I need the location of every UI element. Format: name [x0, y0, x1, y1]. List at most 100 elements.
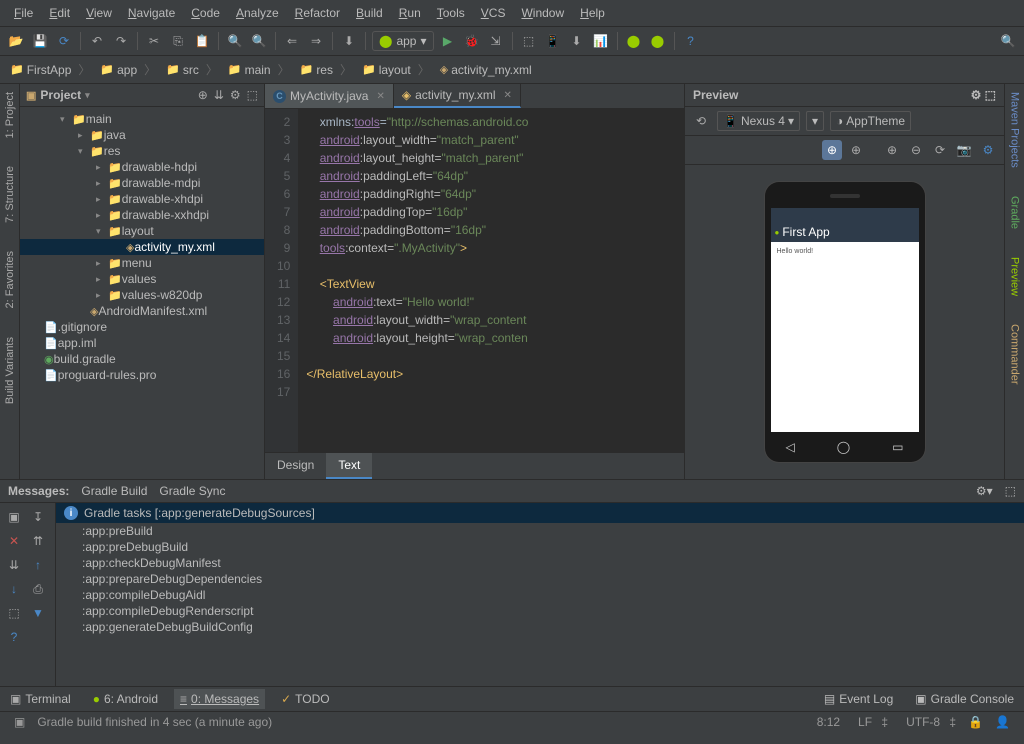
messages-content[interactable]: i Gradle tasks [:app:generateDebugSource…: [56, 503, 1024, 686]
rail----structure[interactable]: 7: Structure: [2, 162, 18, 227]
line-ending[interactable]: LF ‡: [852, 715, 888, 729]
rail-build-variants[interactable]: Build Variants: [2, 333, 18, 408]
menu-help[interactable]: Help: [572, 2, 613, 24]
tree-node[interactable]: ▸📁 menu: [20, 255, 264, 271]
rail-gradle[interactable]: Gradle: [1007, 192, 1023, 233]
refresh-icon[interactable]: ⟳: [930, 140, 950, 160]
save-icon[interactable]: 💾: [30, 31, 50, 51]
crumb[interactable]: 📁res: [296, 59, 356, 80]
menu-view[interactable]: View: [78, 2, 120, 24]
tree-node[interactable]: 📄 app.iml: [20, 335, 264, 351]
toolwin-gradle-console[interactable]: ▣Gradle Console: [909, 689, 1020, 709]
editor-tab[interactable]: CMyActivity.java✕: [265, 84, 394, 108]
open-icon[interactable]: 📂: [6, 31, 26, 51]
zoom-out-icon[interactable]: ⊖: [906, 140, 926, 160]
menu-file[interactable]: File: [6, 2, 41, 24]
toggle-icon[interactable]: ▣: [14, 715, 25, 729]
rail----project[interactable]: 1: Project: [2, 88, 18, 142]
tab-gradle-sync[interactable]: Gradle Sync: [159, 484, 225, 498]
collapse-icon[interactable]: ⇊: [214, 88, 224, 102]
crumb[interactable]: ◈activity_my.xml: [436, 61, 543, 79]
text-tab[interactable]: Text: [326, 453, 372, 479]
message-line[interactable]: :app:compileDebugAidl: [56, 587, 1024, 603]
paste-icon[interactable]: 📋: [192, 31, 212, 51]
search-icon[interactable]: 🔍: [998, 31, 1018, 51]
tab-gradle-build[interactable]: Gradle Build: [81, 484, 147, 498]
rail-commander[interactable]: Commander: [1007, 320, 1023, 389]
hide-icon[interactable]: ⬚: [247, 88, 258, 102]
monitor-icon[interactable]: 📊: [591, 31, 611, 51]
sync-icon[interactable]: ⟳: [54, 31, 74, 51]
debug-icon[interactable]: 🐞: [462, 31, 482, 51]
tree-node[interactable]: ◉ build.gradle: [20, 351, 264, 367]
rail-maven-projects[interactable]: Maven Projects: [1007, 88, 1023, 172]
screenshot-icon[interactable]: 📷: [954, 140, 974, 160]
autoscroll-icon[interactable]: ⬚: [4, 603, 24, 623]
replace-icon[interactable]: 🔍: [249, 31, 269, 51]
avd-icon[interactable]: 📱: [543, 31, 563, 51]
message-line[interactable]: :app:checkDebugManifest: [56, 555, 1024, 571]
tree-node[interactable]: ▸📁 values: [20, 271, 264, 287]
menu-tools[interactable]: Tools: [429, 2, 473, 24]
down-icon[interactable]: ↓: [4, 579, 24, 599]
theme-selector[interactable]: ◑ AppTheme: [830, 111, 911, 131]
android-small-icon[interactable]: ⬤: [624, 31, 644, 51]
tree-node[interactable]: ▸📁 drawable-hdpi: [20, 159, 264, 175]
toolwin----messages[interactable]: ≡0: Messages: [174, 689, 265, 709]
back-icon[interactable]: ⇐: [282, 31, 302, 51]
crumb[interactable]: 📁FirstApp: [6, 59, 94, 80]
tree-node[interactable]: ▸📁 values-w820dp: [20, 287, 264, 303]
menu-code[interactable]: Code: [183, 2, 228, 24]
gear-icon[interactable]: ⚙▾: [976, 484, 993, 498]
up-icon[interactable]: ↑: [28, 555, 48, 575]
redo-icon[interactable]: ↷: [111, 31, 131, 51]
export-icon[interactable]: ⎙: [28, 579, 48, 599]
message-line[interactable]: :app:preDebugBuild: [56, 539, 1024, 555]
close-icon[interactable]: ✕: [376, 91, 384, 102]
filter-icon[interactable]: ▼: [28, 603, 48, 623]
cut-icon[interactable]: ✂: [144, 31, 164, 51]
make-icon[interactable]: ⬇: [339, 31, 359, 51]
messages-title-row[interactable]: i Gradle tasks [:app:generateDebugSource…: [56, 503, 1024, 523]
tree-node[interactable]: ▸📁 java: [20, 127, 264, 143]
tree-node[interactable]: ◈ AndroidManifest.xml: [20, 303, 264, 319]
toolwin-event-log[interactable]: ▤Event Log: [818, 689, 899, 709]
close-icon[interactable]: ✕: [504, 90, 512, 101]
zoom-in-icon[interactable]: ⊕: [882, 140, 902, 160]
rail----favorites[interactable]: 2: Favorites: [2, 247, 18, 312]
forward-icon[interactable]: ⇒: [306, 31, 326, 51]
editor-body[interactable]: 234567891011121314151617 xmlns:tools="ht…: [265, 109, 684, 452]
message-line[interactable]: :app:prepareDebugDependencies: [56, 571, 1024, 587]
tree-node[interactable]: ▸📁 drawable-xxhdpi: [20, 207, 264, 223]
attach-debugger-icon[interactable]: ⇲: [486, 31, 506, 51]
help-icon[interactable]: ?: [681, 31, 701, 51]
help-icon[interactable]: ?: [4, 627, 24, 647]
pin-icon[interactable]: ↧: [28, 507, 48, 527]
cursor-position[interactable]: 8:12: [817, 715, 840, 729]
api-selector[interactable]: ▾: [806, 111, 824, 131]
find-icon[interactable]: 🔍: [225, 31, 245, 51]
copy-icon[interactable]: ⎘: [168, 31, 188, 51]
device-selector[interactable]: 📱 Nexus 4 ▾: [717, 111, 800, 131]
toolwin-terminal[interactable]: ▣Terminal: [4, 689, 77, 709]
editor-tab[interactable]: ◈activity_my.xml✕: [394, 84, 521, 108]
tree-node[interactable]: ▾📁 res: [20, 143, 264, 159]
menu-refactor[interactable]: Refactor: [287, 2, 348, 24]
tree-node[interactable]: ▾📁 main: [20, 111, 264, 127]
hide-icon[interactable]: ⬚: [1005, 484, 1016, 498]
close-icon[interactable]: ✕: [4, 531, 24, 551]
tree-node[interactable]: ◈ activity_my.xml: [20, 239, 264, 255]
project-tree[interactable]: ▾📁 main▸📁 java▾📁 res▸📁 drawable-hdpi▸📁 d…: [20, 107, 264, 479]
menu-window[interactable]: Window: [513, 2, 572, 24]
dropdown-icon[interactable]: ▾: [85, 90, 90, 101]
stop-icon[interactable]: ⬚: [519, 31, 539, 51]
lock-icon[interactable]: 🔒: [968, 715, 983, 729]
menu-build[interactable]: Build: [348, 2, 391, 24]
zoom-fit-icon[interactable]: ⊕: [822, 140, 842, 160]
tree-node[interactable]: ▸📁 drawable-mdpi: [20, 175, 264, 191]
rail-preview[interactable]: Preview: [1007, 253, 1023, 300]
tree-node[interactable]: 📄 .gitignore: [20, 319, 264, 335]
stop-icon[interactable]: ▣: [4, 507, 24, 527]
toolwin-todo[interactable]: ✓TODO: [275, 689, 336, 709]
menu-analyze[interactable]: Analyze: [228, 2, 287, 24]
